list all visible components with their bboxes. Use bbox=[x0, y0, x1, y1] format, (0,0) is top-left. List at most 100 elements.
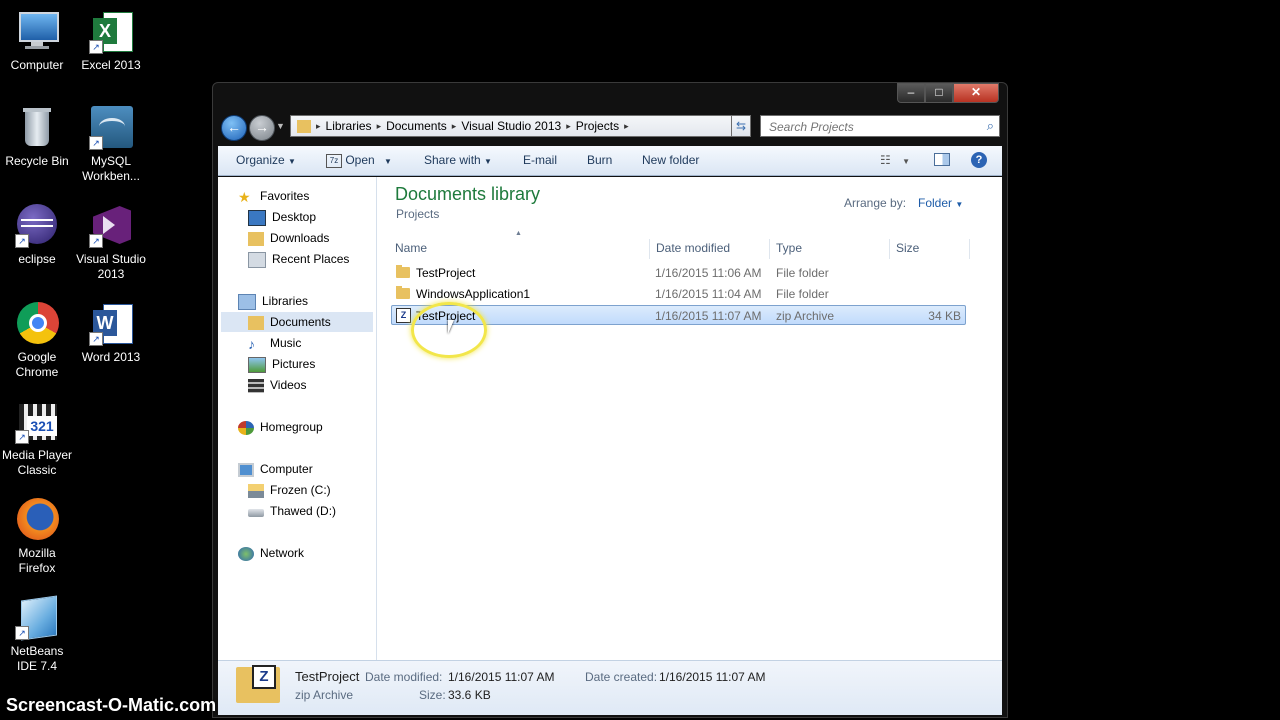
refresh-button[interactable]: ⇆ bbox=[731, 115, 751, 137]
pictures-icon bbox=[248, 356, 266, 373]
back-arrow-icon: ← bbox=[227, 119, 241, 135]
recent-pages-dropdown[interactable]: ▼ bbox=[276, 121, 285, 131]
chrome-icon bbox=[15, 302, 59, 346]
file-type: File folder bbox=[776, 266, 829, 280]
file-type: zip Archive bbox=[776, 309, 835, 323]
column-header-type[interactable]: Type bbox=[776, 237, 802, 259]
column-divider[interactable] bbox=[889, 239, 890, 259]
file-row[interactable]: WindowsApplication1 1/16/2015 11:04 AM F… bbox=[391, 284, 966, 304]
computer-icon bbox=[15, 10, 59, 54]
file-size: 34 KB bbox=[928, 309, 961, 323]
organize-button[interactable]: Organize ▼ bbox=[236, 153, 296, 167]
network-icon bbox=[238, 546, 254, 561]
search-icon: ⌕ bbox=[986, 118, 994, 133]
nav-videos[interactable]: Videos bbox=[248, 375, 306, 395]
search-box[interactable]: ⌕ bbox=[760, 115, 1000, 137]
caption-buttons: ‒ □ ✕ bbox=[897, 83, 999, 103]
libraries-icon bbox=[238, 293, 256, 310]
nav-pictures[interactable]: Pictures bbox=[248, 354, 315, 374]
minimize-button[interactable]: ‒ bbox=[897, 83, 925, 103]
nav-documents[interactable]: Documents bbox=[248, 312, 331, 332]
change-view-button[interactable]: ☷ ▼ bbox=[880, 153, 910, 167]
nav-downloads[interactable]: Downloads bbox=[248, 228, 329, 248]
nav-desktop[interactable]: Desktop bbox=[248, 207, 316, 227]
desktop-icon-media-player[interactable]: 321 ↗ Media Player Classic bbox=[0, 400, 74, 478]
file-name: TestProject bbox=[416, 266, 476, 280]
column-header-date[interactable]: Date modified bbox=[656, 237, 730, 259]
column-divider[interactable] bbox=[769, 239, 770, 259]
file-name: WindowsApplication1 bbox=[416, 287, 531, 301]
details-size: 33.6 KB bbox=[448, 688, 491, 702]
breadcrumb-projects[interactable]: Projects bbox=[572, 119, 623, 133]
burn-button[interactable]: Burn bbox=[587, 153, 612, 167]
nav-network[interactable]: Network bbox=[238, 543, 304, 563]
preview-pane-button[interactable] bbox=[934, 153, 950, 169]
star-icon: ★ bbox=[238, 188, 251, 205]
visual-studio-icon: ↗ bbox=[89, 204, 133, 248]
details-date-modified: 1/16/2015 11:07 AM bbox=[448, 670, 555, 684]
desktop-icon-label: Media Player Classic bbox=[1, 448, 73, 477]
desktop-icon-label: Mozilla Firefox bbox=[18, 546, 56, 575]
forward-arrow-icon: → bbox=[255, 119, 269, 135]
netbeans-icon: ↗ bbox=[15, 595, 59, 641]
nav-libraries[interactable]: Libraries bbox=[238, 291, 308, 311]
library-subtitle[interactable]: Projects bbox=[396, 207, 439, 221]
column-header-size[interactable]: Size bbox=[896, 237, 919, 259]
details-file-type: zip Archive bbox=[295, 688, 354, 702]
desktop-icon-label: NetBeans IDE 7.4 bbox=[10, 644, 64, 673]
arrange-by-dropdown[interactable]: Folder ▼ bbox=[918, 196, 963, 210]
forward-button[interactable]: → bbox=[249, 115, 275, 141]
file-date: 1/16/2015 11:04 AM bbox=[655, 287, 762, 301]
new-folder-button[interactable]: New folder bbox=[642, 153, 699, 167]
downloads-icon bbox=[248, 231, 264, 246]
breadcrumb-visual-studio[interactable]: Visual Studio 2013 bbox=[457, 119, 565, 133]
nav-recent-places[interactable]: Recent Places bbox=[248, 249, 349, 269]
nav-drive-c[interactable]: Frozen (C:) bbox=[248, 480, 331, 500]
details-file-name: TestProject bbox=[295, 669, 360, 684]
windows-drive-icon bbox=[248, 483, 264, 498]
nav-computer[interactable]: Computer bbox=[238, 459, 313, 479]
desktop-icon-label: Recycle Bin bbox=[5, 154, 69, 168]
nav-homegroup[interactable]: Homegroup bbox=[238, 417, 323, 437]
desktop-icon-chrome[interactable]: Google Chrome bbox=[0, 302, 74, 380]
breadcrumb-libraries[interactable]: Libraries bbox=[322, 119, 376, 133]
nav-music[interactable]: ♪ Music bbox=[248, 333, 301, 353]
email-button[interactable]: E-mail bbox=[523, 153, 557, 167]
search-input[interactable] bbox=[767, 119, 971, 135]
close-button[interactable]: ✕ bbox=[953, 83, 999, 103]
arrange-by-label: Arrange by: bbox=[844, 196, 907, 210]
desktop-icon-netbeans[interactable]: ↗ NetBeans IDE 7.4 bbox=[0, 595, 74, 674]
desktop-icon-label: Word 2013 bbox=[81, 350, 141, 364]
desktop-icon-mysql[interactable]: ↗ MySQL Workben... bbox=[74, 106, 148, 184]
desktop-icon-word[interactable]: W ↗ Word 2013 bbox=[74, 302, 148, 365]
desktop-icon-label: Computer bbox=[10, 58, 64, 72]
file-row[interactable]: TestProject 1/16/2015 11:06 AM File fold… bbox=[391, 263, 966, 283]
back-button[interactable]: ← bbox=[221, 115, 247, 141]
homegroup-icon bbox=[238, 420, 254, 435]
chevron-down-icon: ▼ bbox=[955, 200, 964, 209]
watermark: Screencast-O-Matic.com bbox=[6, 695, 217, 715]
nav-drive-d[interactable]: Thawed (D:) bbox=[248, 501, 336, 521]
breadcrumb-documents[interactable]: Documents bbox=[382, 119, 451, 133]
mysql-icon: ↗ bbox=[89, 106, 133, 150]
column-divider[interactable] bbox=[649, 239, 650, 259]
column-header-name[interactable]: Name bbox=[395, 237, 427, 259]
details-date-created: 1/16/2015 11:07 AM bbox=[659, 670, 766, 684]
open-button[interactable]: 7z Open ▼ bbox=[326, 153, 392, 168]
nav-favorites[interactable]: ★ Favorites bbox=[238, 186, 309, 206]
content-pane: Documents library Projects Arrange by: F… bbox=[377, 177, 1002, 660]
videos-icon bbox=[248, 378, 264, 393]
desktop-icon-eclipse[interactable]: ↗ eclipse bbox=[0, 204, 74, 267]
help-button[interactable]: ? bbox=[971, 152, 987, 168]
share-with-button[interactable]: Share with ▼ bbox=[424, 153, 492, 167]
file-date: 1/16/2015 11:07 AM bbox=[655, 309, 762, 323]
maximize-button[interactable]: □ bbox=[925, 83, 953, 103]
desktop-icon-excel[interactable]: X ↗ Excel 2013 bbox=[74, 10, 148, 73]
desktop-icon-label: MySQL Workben... bbox=[82, 154, 140, 183]
desktop-icon-visual-studio[interactable]: ↗ Visual Studio 2013 bbox=[74, 204, 148, 282]
address-bar[interactable]: ▸ Libraries ▸ Documents ▸ Visual Studio … bbox=[290, 115, 751, 137]
column-divider[interactable] bbox=[969, 239, 970, 259]
desktop-icon-firefox[interactable]: Mozilla Firefox bbox=[0, 498, 74, 576]
desktop-icon-recycle-bin[interactable]: Recycle Bin bbox=[0, 106, 74, 169]
desktop-icon-computer[interactable]: Computer bbox=[0, 10, 74, 73]
